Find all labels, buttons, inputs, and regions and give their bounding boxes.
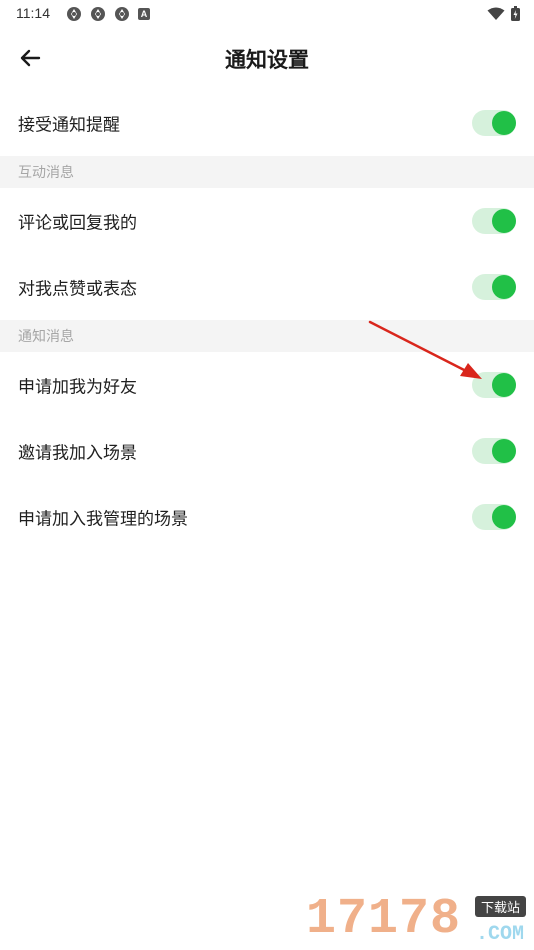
receive-notifications-toggle[interactable] (472, 110, 516, 136)
battery-charging-icon (511, 6, 520, 21)
header: 通知设置 (0, 30, 534, 86)
comment-reply-toggle[interactable] (472, 208, 516, 234)
setting-row-receive-notifications: 接受通知提醒 (0, 90, 534, 156)
join-managed-scene-toggle[interactable] (472, 504, 516, 530)
sync-icon (115, 7, 129, 21)
toggle-knob (492, 209, 516, 233)
toggle-knob (492, 439, 516, 463)
setting-label: 对我点赞或表态 (18, 279, 137, 300)
status-bar: 11:14 A (0, 0, 534, 28)
sync-icon (91, 7, 105, 21)
annotation-arrow-icon (368, 320, 482, 379)
section-header-interaction: 互动消息 (0, 156, 534, 188)
setting-row-join-managed-scene: 申请加入我管理的场景 (0, 484, 534, 550)
setting-label: 申请加我为好友 (18, 377, 137, 398)
section-label: 互动消息 (18, 165, 74, 181)
watermark-tag: 下载站 (474, 896, 526, 917)
setting-label: 接受通知提醒 (18, 115, 120, 136)
section-label: 通知消息 (18, 329, 74, 345)
status-time: 11:14 (16, 5, 50, 21)
setting-row-comment-reply: 评论或回复我的 (0, 188, 534, 254)
setting-label: 评论或回复我的 (18, 213, 137, 234)
page-title: 通知设置 (225, 48, 309, 72)
toggle-knob (492, 373, 516, 397)
scene-invite-toggle[interactable] (472, 438, 516, 464)
a-icon: A (138, 8, 150, 20)
sync-icon (67, 7, 81, 21)
setting-row-scene-invite: 邀请我加入场景 (0, 418, 534, 484)
like-react-toggle[interactable] (472, 274, 516, 300)
watermark-suffix: .COM (475, 923, 524, 946)
toggle-knob (492, 275, 516, 299)
watermark-logo: 17178 下载站 .COM (306, 891, 532, 950)
status-notification-icons: A (66, 6, 150, 22)
wifi-icon (487, 7, 505, 20)
status-system-icons (487, 6, 520, 21)
setting-label: 申请加入我管理的场景 (18, 509, 188, 530)
toggle-knob (492, 505, 516, 529)
toggle-knob (492, 111, 516, 135)
setting-row-like-react: 对我点赞或表态 (0, 254, 534, 320)
watermark-digits: 17178 (306, 891, 462, 948)
setting-label: 邀请我加入场景 (18, 443, 137, 464)
